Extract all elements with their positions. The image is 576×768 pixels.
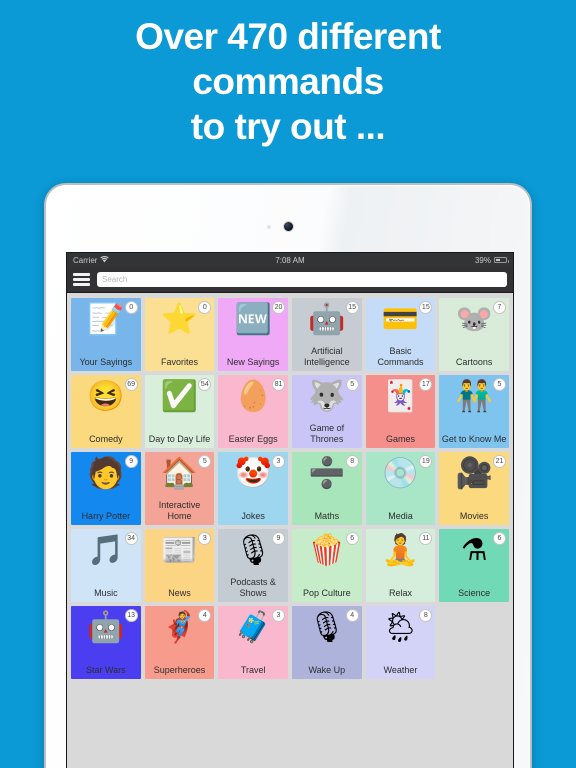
tile-label: Wake Up — [308, 664, 346, 675]
category-tile[interactable]: ⭐ 0 Favorites — [144, 298, 215, 371]
ambient-light-sensor-icon — [267, 225, 271, 229]
tile-label: Basic Commands — [377, 346, 424, 367]
category-tile[interactable]: 💿 19 Media — [365, 452, 436, 525]
tile-label: Harry Potter — [81, 510, 131, 521]
category-tile[interactable]: 👬 5 Get to Know Me — [439, 375, 509, 448]
tile-label: Games — [385, 433, 415, 444]
category-tile[interactable]: 🎙 9 Podcasts & Shows — [218, 529, 288, 602]
category-tile[interactable]: 🧳 3 Travel — [218, 606, 288, 679]
tile-label: Travel — [240, 664, 266, 675]
category-tile[interactable]: 🎥 21 Movies — [439, 452, 509, 525]
tile-label: Cartoons — [455, 356, 493, 367]
category-tile[interactable]: 🍿 6 Pop Culture — [291, 529, 362, 602]
tile-count-badge: 81 — [271, 378, 285, 391]
tile-label: Superheroes — [153, 664, 206, 675]
tile-count-badge: 7 — [492, 301, 506, 314]
tile-label: Maths — [314, 510, 340, 521]
category-tile[interactable]: 🌦 8 Weather — [365, 606, 436, 679]
tile-count-badge: 13 — [124, 609, 138, 622]
category-tile[interactable]: 🎙 4 Wake Up — [291, 606, 362, 679]
tile-count-badge: 34 — [124, 532, 138, 545]
search-input[interactable]: Search — [97, 272, 507, 287]
tablet-device: Carrier 7:08 AM 39% Search 📝 0 Your Sayi… — [44, 183, 532, 768]
category-tile[interactable]: 🐺 5 Game of Thrones — [291, 375, 362, 448]
tile-count-badge: 9 — [124, 455, 138, 468]
tile-count-badge: 69 — [124, 378, 138, 391]
status-bar-time: 7:08 AM — [275, 255, 305, 265]
tile-count-badge: 5 — [492, 378, 506, 391]
headline-line-2: commands — [192, 61, 384, 103]
tile-label: Science — [458, 587, 491, 598]
tile-count-badge: 21 — [492, 455, 506, 468]
tile-label: Pop Culture — [303, 587, 351, 598]
category-tile[interactable]: 🧑 9 Harry Potter — [71, 452, 141, 525]
status-bar-right: 39% — [474, 255, 509, 265]
tile-label: Jokes — [241, 510, 265, 521]
status-bar: Carrier 7:08 AM 39% — [67, 253, 513, 267]
battery-percent-label: 39% — [474, 255, 491, 265]
category-tile[interactable]: 😆 69 Comedy — [71, 375, 141, 448]
tile-count-badge: 3 — [271, 609, 285, 622]
category-tile[interactable]: 📰 3 News — [144, 529, 215, 602]
category-tile[interactable]: 🧘 11 Relax — [365, 529, 436, 602]
tile-label: Music — [94, 587, 118, 598]
tile-count-badge: 15 — [345, 301, 359, 314]
category-tile[interactable]: 🆕 20 New Sayings — [218, 298, 288, 371]
category-tile[interactable]: 🎵 34 Music — [71, 529, 141, 602]
tile-label: Relax — [388, 587, 412, 598]
tile-count-badge: 20 — [271, 301, 285, 314]
headline: Over 470 different commands to try out .… — [0, 14, 576, 149]
category-tile[interactable]: 🃏 17 Games — [365, 375, 436, 448]
tile-label: New Sayings — [226, 356, 280, 367]
tile-label: Comedy — [89, 433, 123, 444]
headline-line-3: to try out ... — [190, 106, 386, 148]
category-tile[interactable]: 📝 0 Your Sayings — [71, 298, 141, 371]
category-tile[interactable]: 🦸 4 Superheroes — [144, 606, 215, 679]
category-tile[interactable]: 🤡 3 Jokes — [218, 452, 288, 525]
headline-line-1: Over 470 different — [135, 16, 441, 57]
tile-count-badge: 8 — [345, 455, 359, 468]
navigation-bar: Search — [67, 267, 513, 293]
category-tile[interactable]: 🤖 15 Artificial Intelligence — [291, 298, 362, 371]
category-tile[interactable]: ⚗ 6 Science — [439, 529, 509, 602]
category-tile[interactable]: ➗ 8 Maths — [291, 452, 362, 525]
tile-label: News — [168, 587, 191, 598]
tile-label: Easter Eggs — [228, 433, 278, 444]
category-tile[interactable]: 🤖 13 Star Wars — [71, 606, 141, 679]
camera-dot-icon — [284, 222, 293, 231]
category-tile[interactable]: 🏠 5 Interactive Home — [144, 452, 215, 525]
tile-label: Media — [388, 510, 413, 521]
tile-label: Weather — [383, 664, 418, 675]
tile-label: Interactive Home — [158, 500, 201, 521]
tile-count-badge: 9 — [271, 532, 285, 545]
tile-label: Your Sayings — [79, 356, 133, 367]
tile-label: Podcasts & Shows — [230, 577, 276, 598]
category-tile[interactable]: ✅ 54 Day to Day Life — [144, 375, 215, 448]
category-tile[interactable]: 🐭 7 Cartoons — [439, 298, 509, 371]
tile-label: Artificial Intelligence — [304, 346, 350, 367]
tile-label: Day to Day Life — [148, 433, 211, 444]
category-grid: 📝 0 Your Sayings ⭐ 0 Favorites 🆕 20 New Sayings 🤖… — [67, 293, 513, 768]
category-tile[interactable]: 💳 15 Basic Commands — [365, 298, 436, 371]
tile-label: Star Wars — [85, 664, 126, 675]
hamburger-menu-icon[interactable] — [73, 273, 90, 286]
battery-icon — [494, 257, 509, 263]
tablet-screen: Carrier 7:08 AM 39% Search 📝 0 Your Sayi… — [66, 252, 514, 768]
tile-label: Game of Thrones — [309, 423, 345, 444]
search-placeholder: Search — [102, 275, 128, 284]
tile-count-badge: 5 — [345, 378, 359, 391]
tile-count-badge: 6 — [345, 532, 359, 545]
tile-count-badge: 0 — [124, 301, 138, 314]
tile-count-badge: 6 — [492, 532, 506, 545]
tile-label: Get to Know Me — [441, 433, 507, 444]
tile-label: Favorites — [160, 356, 198, 367]
category-tile[interactable]: 🥚 81 Easter Eggs — [218, 375, 288, 448]
tile-count-badge: 3 — [271, 455, 285, 468]
tile-label: Movies — [459, 510, 489, 521]
tile-count-badge: 4 — [345, 609, 359, 622]
